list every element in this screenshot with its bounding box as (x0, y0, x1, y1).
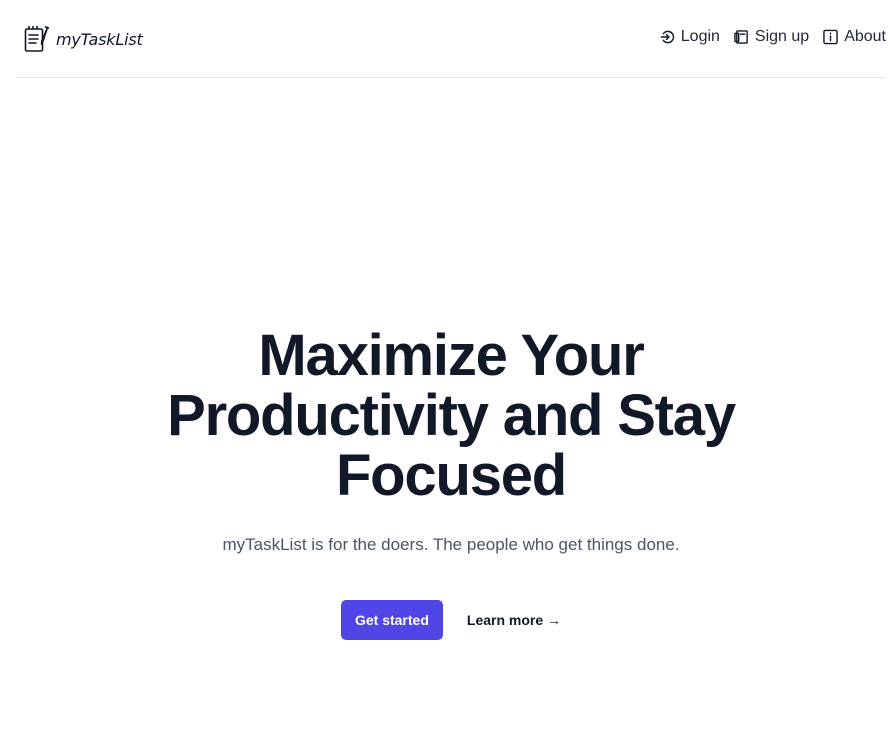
notepad-pen-icon (24, 25, 50, 53)
brand-name: myTaskList (56, 29, 143, 49)
learn-more-link[interactable]: Learn more → (467, 612, 561, 628)
brand-logo[interactable]: myTaskList (24, 25, 143, 53)
site-header: myTaskList Login Sign up About (16, 0, 886, 78)
hero-title: Maximize Your Productivity and Stay Focu… (167, 323, 736, 508)
nav-about[interactable]: About (823, 28, 886, 46)
cta-row: Get started Learn more → (0, 600, 890, 640)
info-icon (823, 29, 838, 45)
get-started-button[interactable]: Get started (340, 600, 443, 640)
nav-login-label: Login (680, 28, 720, 45)
top-nav: Login Sign up About (660, 28, 886, 46)
login-icon (660, 29, 675, 45)
nav-signup-label: Sign up (754, 28, 810, 45)
hero-subtitle: myTaskList is for the doers. The people … (222, 535, 680, 554)
nav-login[interactable]: Login (660, 28, 720, 46)
hero-section: Maximize Your Productivity and Stay Focu… (0, 326, 890, 640)
nav-signup[interactable]: Sign up (734, 28, 809, 46)
nav-about-label: About (844, 28, 886, 45)
signup-icon (734, 29, 749, 45)
